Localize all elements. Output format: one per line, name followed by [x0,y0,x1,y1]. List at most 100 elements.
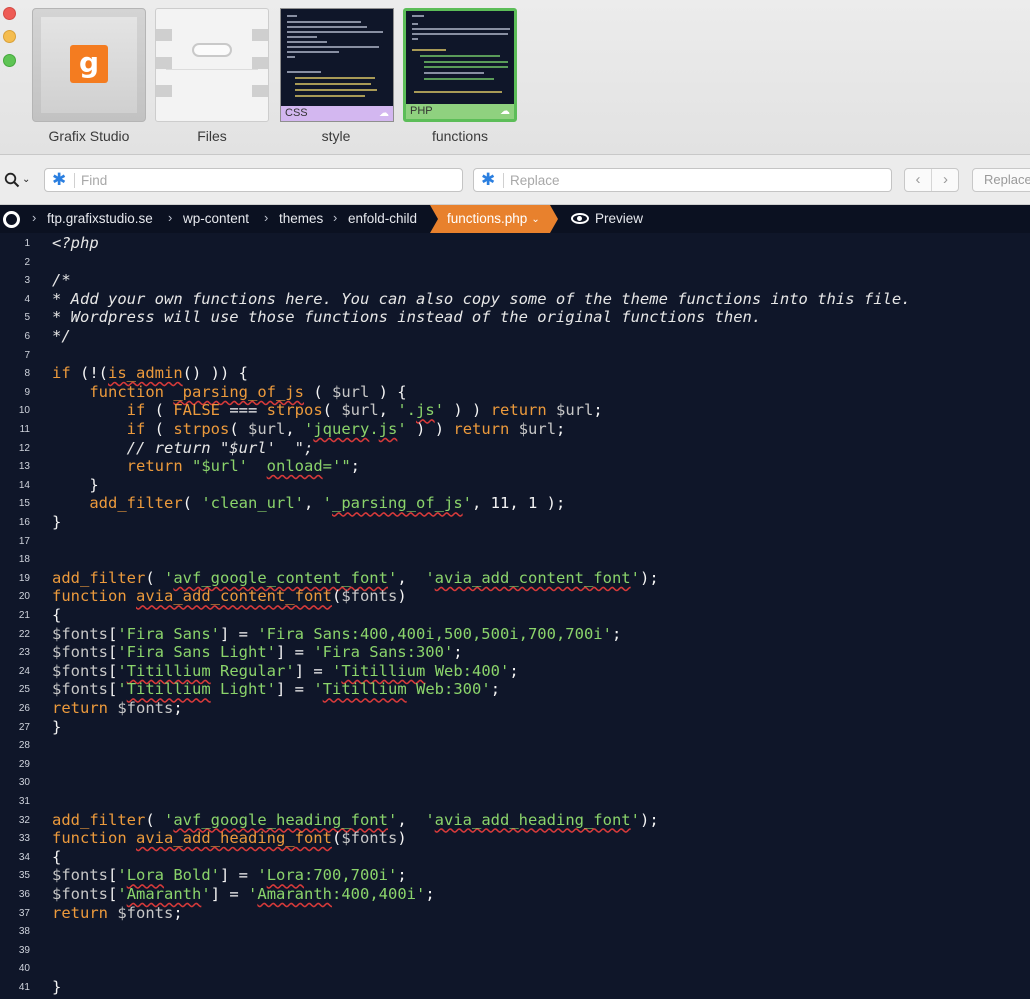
code-line[interactable]: 23 $fonts['Fira Sans Light'] = 'Fira Sans… [0,643,1030,662]
breadcrumb-server[interactable]: ftp.grafixstudio.se [47,211,153,226]
code-line[interactable]: 40 [0,959,1030,978]
code-text: $fonts['Fira Sans'] = 'Fira Sans:400,400… [52,624,622,643]
code-line[interactable]: 19 add_filter( 'avf_google_content_font',… [0,569,1030,588]
line-number: 12 [18,442,30,454]
code-line[interactable]: 24 $fonts['Titillium Regular'] = 'Titilli… [0,662,1030,681]
line-number: 16 [18,517,30,528]
tile-grafix-studio[interactable]: g [32,8,146,122]
line-number: 8 [24,368,30,380]
chevron-left-icon[interactable]: ‹ [905,169,932,191]
find-field: ✱ [44,168,463,192]
code-line[interactable]: 7 [0,346,1030,365]
code-line[interactable]: 2 [0,253,1030,272]
code-line[interactable]: 17 [0,532,1030,551]
zoom-window-button[interactable] [3,54,16,67]
code-line[interactable]: 11 if ( strpos( $url, 'jquery.js' ) ) re… [0,420,1030,439]
code-line[interactable]: 16} [0,513,1030,532]
code-line[interactable]: 13 return "$url' onload='"; [0,457,1030,476]
chevron-right-icon: › [168,210,173,225]
code-line[interactable]: 25 $fonts['Titillium Light'] = 'Titillium… [0,680,1030,699]
code-line[interactable]: 38 [0,922,1030,941]
close-window-button[interactable] [3,7,16,20]
code-line[interactable]: 33 function avia_add_heading_font($fonts) [0,829,1030,848]
preview-label: Preview [595,211,644,226]
minimize-window-button[interactable] [3,30,16,43]
code-line[interactable]: 26 return $fonts; [0,699,1030,718]
search-bar: ⌄ ✱ ✱ ‹ › Replace [0,155,1030,205]
breadcrumb-active-file[interactable]: functions.php ⌄ [430,205,558,233]
code-text: function avia_add_heading_font($fonts) [52,829,407,848]
code-line[interactable]: 21 { [0,606,1030,625]
code-text: { [52,606,62,624]
code-text: } [52,513,62,531]
line-number: 26 [18,703,30,714]
regex-options-icon[interactable]: ✱ [52,170,66,190]
code-line[interactable]: 18 [0,550,1030,569]
breadcrumb-themes[interactable]: themes [279,211,323,226]
code-line[interactable]: 14 } [0,476,1030,495]
code-line[interactable]: 29 [0,755,1030,774]
line-number: 11 [19,424,30,435]
code-line[interactable]: 5 * Wordpress will use those functions in… [0,308,1030,327]
code-text: function avia_add_content_font($fonts) [52,587,407,606]
replace-button[interactable]: Replace [972,168,1030,192]
tile-style[interactable]: CSS ☁ [280,8,394,122]
code-text: add_filter( 'avf_google_heading_font', '… [52,810,659,829]
code-line[interactable]: 20 function avia_add_content_font($fonts) [0,587,1030,606]
breadcrumb-enfold-child[interactable]: enfold-child [348,211,417,226]
site-status-icon[interactable] [3,211,20,228]
code-text: } [52,978,62,996]
tile-files[interactable] [155,8,269,122]
code-line[interactable]: 8 if (!(is_admin() )) { [0,364,1030,383]
line-number: 34 [18,851,30,863]
line-number: 37 [18,907,30,919]
code-line[interactable]: 41} [0,978,1030,997]
line-number: 10 [18,405,30,417]
code-line[interactable]: 35 $fonts['Lora Bold'] = 'Lora:700,700i'; [0,866,1030,885]
breadcrumb-wp-content[interactable]: wp-content [183,211,249,226]
code-line[interactable]: 4 * Add your own functions here. You can … [0,290,1030,309]
code-text: $fonts['Titillium Regular'] = 'Titillium… [52,661,519,680]
code-line[interactable]: 1 <?php [0,234,1030,253]
code-line[interactable]: 15 add_filter( 'clean_url', '_parsing_of… [0,494,1030,513]
chevron-right-icon: › [333,210,338,225]
code-text: if ( strpos( $url, 'jquery.js' ) ) retur… [126,420,566,438]
match-navigation: ‹ › [904,168,959,192]
cloud-icon: ☁ [500,106,510,117]
code-line[interactable]: 39 [0,941,1030,960]
code-line[interactable]: 3 /* [0,271,1030,290]
code-line[interactable]: 10 if ( FALSE === strpos( $url, '.js' ) … [0,401,1030,420]
code-text: /* [52,271,71,290]
search-mode-menu[interactable]: ⌄ [4,170,30,190]
grafix-logo: g [70,45,108,83]
replace-input[interactable] [510,171,880,189]
code-editor[interactable]: 1 <?php 2 3/* 4 * Add your own functions here… [0,233,1030,999]
code-line[interactable]: 36 $fonts['Amaranth'] = 'Amaranth:400,400… [0,885,1030,904]
code-line[interactable]: 28 [0,736,1030,755]
code-line[interactable]: 27} [0,718,1030,737]
line-number: 30 [18,777,30,789]
chevron-down-icon: ⌄ [22,174,31,185]
code-text: } [52,475,99,494]
code-line[interactable]: 37 return $fonts; [0,904,1030,923]
line-number: 6 [24,331,30,342]
line-number: 39 [18,944,30,956]
line-number: 21 [18,610,30,621]
line-number: 4 [24,293,30,305]
code-line[interactable]: 12 // return "$url' "; [0,439,1030,458]
code-line[interactable]: 22 $fonts['Fira Sans'] = 'Fira Sans:400,4… [0,625,1030,644]
code-line[interactable]: 34 { [0,848,1030,867]
code-line[interactable]: 9 function _parsing_of_js ( $url ) { [0,383,1030,402]
chevron-right-icon[interactable]: › [932,169,959,191]
code-line[interactable]: 31 [0,792,1030,811]
line-number: 32 [18,814,30,826]
preview-button[interactable]: Preview [571,211,643,226]
find-input[interactable] [81,171,451,189]
tile-functions[interactable]: PHP ☁ [403,8,517,122]
code-line[interactable]: 30 [0,773,1030,792]
code-line[interactable]: 32 add_filter( 'avf_google_heading_font',… [0,811,1030,830]
code-line[interactable]: 6 */ [0,327,1030,346]
line-number: 14 [18,479,30,491]
regex-options-icon[interactable]: ✱ [481,170,495,190]
line-number: 15 [18,498,30,510]
